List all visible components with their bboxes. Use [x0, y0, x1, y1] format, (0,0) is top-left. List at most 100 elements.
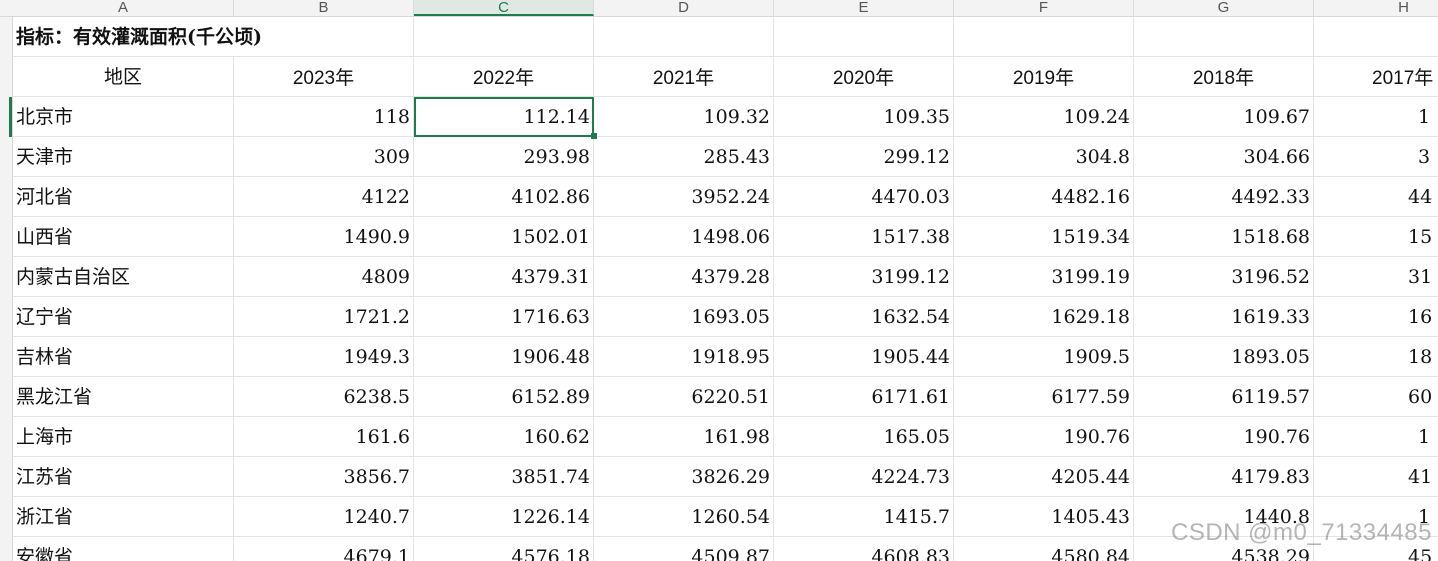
region-cell[interactable]: 内蒙古自治区 — [13, 257, 234, 297]
value-cell[interactable]: 1498.06 — [594, 217, 774, 257]
value-cell[interactable]: 1240.7 — [234, 497, 414, 537]
value-cell[interactable]: 109.35 — [774, 97, 954, 137]
value-cell[interactable]: 109.32 — [594, 97, 774, 137]
empty-cell[interactable] — [594, 17, 774, 57]
header-year[interactable]: 2020年 — [774, 57, 954, 97]
column-header-a[interactable]: A — [13, 0, 234, 16]
empty-cell[interactable] — [774, 17, 954, 57]
title-cell[interactable]: 指标：有效灌溉面积(千公顷) — [13, 17, 414, 57]
value-cell[interactable]: 16 — [1314, 297, 1438, 337]
header-year[interactable]: 2017年 — [1314, 57, 1438, 97]
value-cell[interactable]: 1 — [1314, 97, 1438, 137]
value-cell[interactable]: 118 — [234, 97, 414, 137]
value-cell[interactable]: 285.43 — [594, 137, 774, 177]
active-value-cell[interactable]: 112.14 — [414, 97, 594, 137]
value-cell[interactable]: 3196.52 — [1134, 257, 1314, 297]
value-cell[interactable]: 1721.2 — [234, 297, 414, 337]
column-header-b[interactable]: B — [234, 0, 414, 16]
value-cell[interactable]: 31 — [1314, 257, 1438, 297]
value-cell[interactable]: 1893.05 — [1134, 337, 1314, 377]
column-header-e[interactable]: E — [774, 0, 954, 16]
value-cell[interactable]: 4205.44 — [954, 457, 1134, 497]
value-cell[interactable]: 1905.44 — [774, 337, 954, 377]
value-cell[interactable]: 3851.74 — [414, 457, 594, 497]
value-cell[interactable]: 1226.14 — [414, 497, 594, 537]
value-cell[interactable]: 1716.63 — [414, 297, 594, 337]
value-cell[interactable]: 1490.9 — [234, 217, 414, 257]
value-cell[interactable]: 4809 — [234, 257, 414, 297]
value-cell[interactable]: 4102.86 — [414, 177, 594, 217]
value-cell[interactable]: 1619.33 — [1134, 297, 1314, 337]
value-cell[interactable]: 15 — [1314, 217, 1438, 257]
value-cell[interactable]: 4576.18 — [414, 537, 594, 561]
value-cell[interactable]: 3952.24 — [594, 177, 774, 217]
value-cell[interactable]: 4470.03 — [774, 177, 954, 217]
value-cell[interactable]: 161.6 — [234, 417, 414, 457]
header-year[interactable]: 2022年 — [414, 57, 594, 97]
value-cell[interactable]: 6220.51 — [594, 377, 774, 417]
header-year[interactable]: 2018年 — [1134, 57, 1314, 97]
value-cell[interactable]: 1906.48 — [414, 337, 594, 377]
value-cell[interactable]: 165.05 — [774, 417, 954, 457]
column-header-f[interactable]: F — [954, 0, 1134, 16]
region-cell[interactable]: 辽宁省 — [13, 297, 234, 337]
value-cell[interactable]: 293.98 — [414, 137, 594, 177]
value-cell[interactable]: 1918.95 — [594, 337, 774, 377]
region-cell[interactable]: 吉林省 — [13, 337, 234, 377]
value-cell[interactable]: 4492.33 — [1134, 177, 1314, 217]
value-cell[interactable]: 4379.28 — [594, 257, 774, 297]
region-cell[interactable]: 浙江省 — [13, 497, 234, 537]
value-cell[interactable]: 3199.12 — [774, 257, 954, 297]
value-cell[interactable]: 4122 — [234, 177, 414, 217]
value-cell[interactable]: 1415.7 — [774, 497, 954, 537]
header-year[interactable]: 2019年 — [954, 57, 1134, 97]
value-cell[interactable]: 18 — [1314, 337, 1438, 377]
value-cell[interactable]: 3856.7 — [234, 457, 414, 497]
value-cell[interactable]: 304.8 — [954, 137, 1134, 177]
value-cell[interactable]: 4580.84 — [954, 537, 1134, 561]
value-cell[interactable]: 161.98 — [594, 417, 774, 457]
value-cell[interactable]: 1629.18 — [954, 297, 1134, 337]
value-cell[interactable]: 4679.1 — [234, 537, 414, 561]
value-cell[interactable]: 41 — [1314, 457, 1438, 497]
value-cell[interactable]: 1949.3 — [234, 337, 414, 377]
value-cell[interactable]: 4608.83 — [774, 537, 954, 561]
value-cell[interactable]: 1519.34 — [954, 217, 1134, 257]
region-cell[interactable]: 河北省 — [13, 177, 234, 217]
value-cell[interactable]: 4509.87 — [594, 537, 774, 561]
value-cell[interactable]: 1 — [1314, 417, 1438, 457]
header-year[interactable]: 2021年 — [594, 57, 774, 97]
value-cell[interactable]: 3826.29 — [594, 457, 774, 497]
empty-cell[interactable] — [1134, 17, 1314, 57]
value-cell[interactable]: 1693.05 — [594, 297, 774, 337]
value-cell[interactable]: 44 — [1314, 177, 1438, 217]
value-cell[interactable]: 6171.61 — [774, 377, 954, 417]
value-cell[interactable]: 6119.57 — [1134, 377, 1314, 417]
value-cell[interactable]: 109.67 — [1134, 97, 1314, 137]
header-year[interactable]: 2023年 — [234, 57, 414, 97]
value-cell[interactable]: 6238.5 — [234, 377, 414, 417]
value-cell[interactable]: 160.62 — [414, 417, 594, 457]
value-cell[interactable]: 1517.38 — [774, 217, 954, 257]
value-cell[interactable]: 109.24 — [954, 97, 1134, 137]
value-cell[interactable]: 4482.16 — [954, 177, 1134, 217]
value-cell[interactable]: 4224.73 — [774, 457, 954, 497]
column-header-h[interactable]: H — [1314, 0, 1438, 16]
fill-handle[interactable] — [591, 133, 597, 139]
empty-cell[interactable] — [954, 17, 1134, 57]
value-cell[interactable]: 1632.54 — [774, 297, 954, 337]
value-cell[interactable]: 4179.83 — [1134, 457, 1314, 497]
value-cell[interactable]: 1909.5 — [954, 337, 1134, 377]
value-cell[interactable]: 304.66 — [1134, 137, 1314, 177]
value-cell[interactable]: 60 — [1314, 377, 1438, 417]
column-header-d[interactable]: D — [594, 0, 774, 16]
region-cell[interactable]: 北京市 — [13, 97, 234, 137]
value-cell[interactable]: 299.12 — [774, 137, 954, 177]
value-cell[interactable]: 1405.43 — [954, 497, 1134, 537]
region-cell[interactable]: 天津市 — [13, 137, 234, 177]
value-cell[interactable]: 1260.54 — [594, 497, 774, 537]
value-cell[interactable]: 6177.59 — [954, 377, 1134, 417]
empty-cell[interactable] — [1314, 17, 1438, 57]
value-cell[interactable]: 3 — [1314, 137, 1438, 177]
region-cell[interactable]: 上海市 — [13, 417, 234, 457]
